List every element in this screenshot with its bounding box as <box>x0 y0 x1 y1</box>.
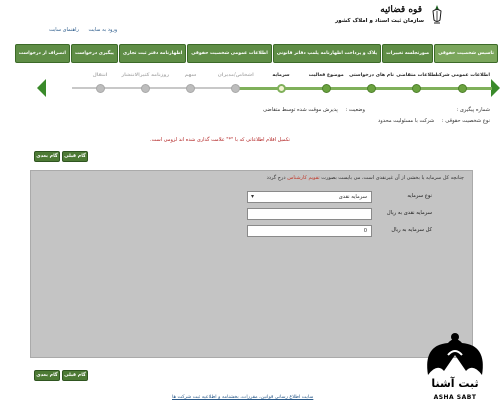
step-label: انتقال <box>92 73 108 78</box>
watermark-title: ثبت آشنا <box>431 377 479 390</box>
logo-title: قوه قضائیه <box>380 5 422 15</box>
step-dot <box>95 84 105 93</box>
step-dot <box>231 84 241 93</box>
main-nav: تاسیس شخصیت حقوقی صورتجلسه تغییرات پلاک … <box>14 44 498 63</box>
total-capital-input[interactable]: 0 <box>247 225 372 237</box>
step-label: اشخاص/مدیران <box>217 73 254 78</box>
step-dot <box>412 84 422 93</box>
step-dot <box>321 84 331 93</box>
nav-item-change-minutes[interactable]: صورتجلسه تغییرات <box>382 44 434 63</box>
stepper-track-completed <box>232 87 492 90</box>
judiciary-emblem-icon <box>432 5 442 24</box>
form-instruction: چنانچه کل سرمایه یا بخشی از آن غیرنقدی ا… <box>267 175 464 181</box>
step-dot <box>457 84 467 93</box>
form-instruction-highlight: تقویم کارشناس <box>287 175 320 181</box>
watermark-subtitle: ASHA SABT <box>433 394 477 401</box>
cash-capital-row: سرمایه نقدی به ریال <box>247 208 432 220</box>
form-instruction-prefix: چنانچه کل سرمایه یا بخشی از آن غیرنقدی ا… <box>319 175 464 181</box>
total-capital-label: کل سرمایه به ریال <box>391 227 432 233</box>
step-label: موضوع فعالیت <box>308 73 344 78</box>
top-button-group: گام بعدی گام قبلی <box>34 151 88 162</box>
capital-type-row: نوع سرمایه سرمایه نقدی <box>247 191 432 203</box>
next-step-button[interactable]: گام بعدی <box>34 151 60 162</box>
status-line: وضعیت : پذیرش موقت شده توسط متقاضی <box>263 107 365 113</box>
arrow-left-icon[interactable] <box>37 79 46 97</box>
total-capital-row: کل سرمایه به ریال 0 <box>247 225 432 237</box>
nav-item-commercial-register[interactable]: اظهارنامه دفتر ثبت تجاری <box>118 44 187 63</box>
entity-type-line: نوع شخصیت حقوقی : شرکت با مسئولیت محدود <box>378 118 490 124</box>
step-dot <box>140 84 150 93</box>
required-fields-note: تکمیل اقلام اطلاعاتی که با "*" علامت گذا… <box>150 137 290 143</box>
nav-item-cancel-request[interactable]: انصراف از درخواست <box>14 44 70 63</box>
step-label: اطلاعات متقاضی <box>396 73 438 78</box>
top-links: ورود به سایت راهنمای سایت <box>45 27 121 33</box>
nav-item-ledger-seal[interactable]: پلاک و پرداخت اظهارنامه پلمپ دفاتر قانون… <box>272 44 382 63</box>
step-dot <box>186 84 195 93</box>
tracking-number: شماره پیگیری : <box>450 107 490 113</box>
cash-capital-input[interactable] <box>247 208 372 220</box>
next-step-button-bottom[interactable]: گام بعدی <box>34 370 60 381</box>
logo-subtitle: سازمان ثبت اسناد و املاک کشور <box>335 18 424 24</box>
step-label: اطلاعات عمومی شرکت <box>434 73 490 78</box>
step-label: سرمایه <box>272 73 290 78</box>
footer-link[interactable]: سایت اطلاع رسانی قوانین، مقررات، بخشنامه… <box>172 395 313 400</box>
step-dot <box>367 84 376 93</box>
watermark-logo-icon <box>427 333 483 375</box>
step-label: روزنامه کثیرالانتشار <box>121 73 170 78</box>
status-label: وضعیت : <box>345 107 365 113</box>
step-dot <box>276 84 286 93</box>
login-link[interactable]: ورود به سایت <box>88 27 117 33</box>
nav-item-general-info[interactable]: اطلاعات عمومی شخصیت حقوقی <box>187 44 272 63</box>
step-label: سهم <box>184 73 197 78</box>
wizard-stepper: اطلاعات عمومی شرکت اطلاعات متقاضی نام های … <box>32 69 500 111</box>
cash-capital-label: سرمایه نقدی به ریال <box>386 210 432 216</box>
tracking-label: شماره پیگیری : <box>456 107 490 113</box>
capital-form-panel: چنانچه کل سرمایه یا بخشی از آن غیرنقدی ا… <box>30 170 473 358</box>
site-header: ورود به سایت راهنمای سایت قوه قضائیه ساز… <box>0 0 500 42</box>
bottom-button-group: گام بعدی گام قبلی <box>34 370 88 381</box>
nav-item-establish-entity[interactable]: تاسیس شخصیت حقوقی <box>434 44 498 63</box>
capital-type-select[interactable]: سرمایه نقدی <box>247 191 372 203</box>
entity-type-label: نوع شخصیت حقوقی : <box>441 118 490 124</box>
arrow-right-icon[interactable] <box>491 79 500 97</box>
status-value: پذیرش موقت شده توسط متقاضی <box>262 107 338 113</box>
entity-type-value: شرکت با مسئولیت محدود <box>377 118 435 124</box>
nav-item-track-request[interactable]: پیگیری درخواست <box>70 44 118 63</box>
step-label: نام های درخواستی <box>349 73 394 78</box>
help-link[interactable]: راهنمای سایت <box>49 27 79 33</box>
capital-type-label: نوع سرمایه <box>407 193 432 199</box>
prev-step-button-bottom[interactable]: گام قبلی <box>62 370 88 381</box>
prev-step-button[interactable]: گام قبلی <box>62 151 88 162</box>
form-instruction-suffix: درج گردد <box>266 175 288 181</box>
